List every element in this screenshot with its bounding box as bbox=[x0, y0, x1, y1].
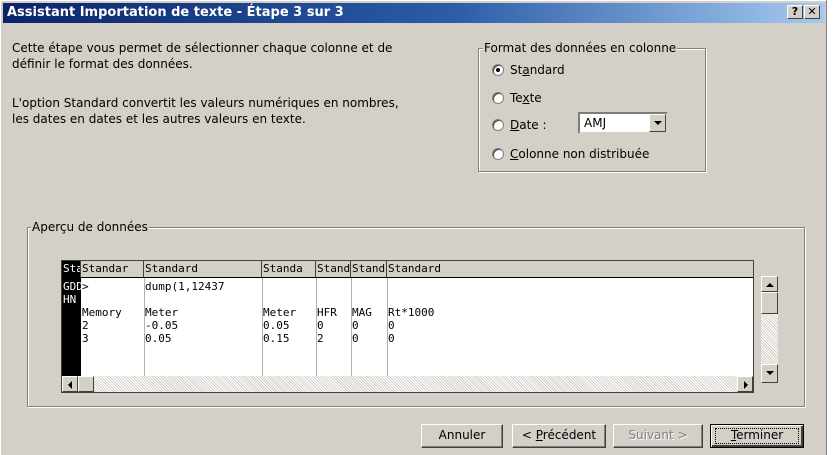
preview-cell: 0 bbox=[388, 319, 395, 332]
radio-standard-label: Standard bbox=[510, 63, 565, 77]
previous-button[interactable]: < Précédent bbox=[512, 424, 606, 448]
preview-cell: 0.05 bbox=[263, 319, 290, 332]
arrow-up-icon bbox=[766, 283, 774, 287]
preview-cell: Meter bbox=[145, 306, 179, 319]
preview-cell bbox=[62, 319, 82, 332]
close-button[interactable]: ✕ bbox=[804, 5, 820, 19]
scroll-up-button[interactable] bbox=[761, 276, 778, 292]
column-header-2[interactable]: Standar bbox=[81, 261, 144, 277]
preview-cell: 0 bbox=[317, 319, 324, 332]
preview-cell: 0.05 bbox=[145, 332, 172, 345]
scroll-down-button[interactable] bbox=[761, 364, 778, 383]
preview-row: HN bbox=[62, 293, 753, 306]
preview-cell bbox=[316, 293, 352, 306]
intro-text-line-4: les dates en dates et les autres valeurs… bbox=[12, 112, 306, 126]
radio-text-button[interactable] bbox=[492, 92, 504, 104]
column-header-1[interactable]: Stand bbox=[62, 261, 81, 277]
data-preview-grid[interactable]: Stand Standar Standard Standa Stand Stan… bbox=[61, 260, 754, 393]
preview-cell: GDD bbox=[63, 280, 82, 293]
preview-cell: HN bbox=[63, 293, 77, 306]
preview-row: 3 0.05 0.15 2 0 0 bbox=[62, 332, 753, 345]
radio-standard-button[interactable] bbox=[492, 64, 504, 76]
preview-header-row: Stand Standar Standard Standa Stand Stan… bbox=[62, 261, 753, 278]
preview-cell bbox=[62, 306, 82, 319]
horizontal-scrollbar[interactable] bbox=[62, 376, 753, 392]
preview-cell bbox=[62, 332, 82, 345]
preview-cell bbox=[351, 280, 388, 293]
intro-text-line-3: L'option Standard convertit les valeurs … bbox=[12, 96, 399, 110]
preview-cell bbox=[387, 280, 753, 293]
date-format-select[interactable]: AMJ bbox=[578, 112, 668, 134]
vertical-scroll-thumb[interactable] bbox=[761, 292, 778, 314]
preview-cell: 0 bbox=[352, 332, 359, 345]
radio-text-label: Texte bbox=[510, 91, 542, 105]
preview-row: GDD > dump(1,12437 bbox=[62, 280, 753, 293]
preview-cell bbox=[144, 293, 263, 306]
preview-cell: HFR bbox=[317, 306, 337, 319]
date-format-value: AMJ bbox=[584, 116, 607, 130]
preview-cell: > bbox=[82, 280, 89, 293]
preview-cell bbox=[262, 293, 317, 306]
intro-text-line-2: définir le format des données. bbox=[12, 57, 193, 71]
preview-cell: 0 bbox=[352, 319, 359, 332]
scroll-left-button[interactable] bbox=[62, 376, 78, 392]
next-button[interactable]: Suivant > bbox=[613, 424, 703, 448]
preview-cell bbox=[351, 293, 388, 306]
radio-selected-dot bbox=[496, 68, 500, 72]
column-header-5[interactable]: Stand bbox=[316, 261, 351, 277]
preview-cell bbox=[387, 293, 753, 306]
column-header-7[interactable]: Standard bbox=[387, 261, 753, 277]
title-bar: Assistant Importation de texte - Étape 3… bbox=[3, 3, 825, 23]
focus-rectangle bbox=[715, 428, 799, 444]
column-header-3[interactable]: Standard bbox=[144, 261, 262, 277]
preview-cell bbox=[81, 293, 145, 306]
vertical-scrollbar[interactable] bbox=[761, 276, 778, 383]
scroll-right-button[interactable] bbox=[737, 376, 753, 392]
data-preview-group-label: Aperçu de données bbox=[31, 220, 149, 234]
preview-cell: dump(1,12437 bbox=[145, 280, 225, 293]
preview-cell: 0.15 bbox=[263, 332, 290, 345]
preview-cell: 2 bbox=[82, 319, 89, 332]
column-format-group-label: Format des données en colonne bbox=[483, 41, 678, 55]
arrow-down-icon bbox=[766, 371, 774, 375]
text-import-wizard-dialog: Assistant Importation de texte - Étape 3… bbox=[0, 0, 826, 455]
cancel-button[interactable]: Annuler bbox=[421, 424, 503, 448]
preview-cell bbox=[262, 280, 317, 293]
preview-cell: Memory bbox=[82, 306, 122, 319]
intro-text-line-1: Cette étape vous permet de sélectionner … bbox=[12, 41, 393, 55]
preview-cell: Rt*1000 bbox=[388, 306, 435, 319]
arrow-right-icon bbox=[744, 381, 748, 389]
background-edge bbox=[826, 0, 834, 455]
help-button[interactable]: ? bbox=[787, 5, 803, 19]
preview-cell: Meter bbox=[263, 306, 297, 319]
finish-button[interactable]: Terminer bbox=[710, 424, 804, 448]
radio-skip-column-label: Colonne non distribuée bbox=[510, 147, 650, 161]
chevron-down-icon bbox=[654, 121, 662, 125]
preview-cell: -0.05 bbox=[145, 319, 179, 332]
date-format-dropdown-button[interactable] bbox=[649, 114, 666, 132]
window-title: Assistant Importation de texte - Étape 3… bbox=[7, 5, 344, 20]
column-header-4[interactable]: Standa bbox=[262, 261, 316, 277]
arrow-left-icon bbox=[68, 381, 72, 389]
radio-skip-column-button[interactable] bbox=[492, 148, 504, 160]
preview-row: Memory Meter Meter HFR MAG Rt*1000 bbox=[62, 306, 753, 319]
radio-date-button[interactable] bbox=[492, 119, 504, 131]
preview-cell: 3 bbox=[82, 332, 89, 345]
preview-cell bbox=[316, 280, 352, 293]
horizontal-scroll-thumb[interactable] bbox=[78, 376, 94, 392]
preview-cell: MAG bbox=[352, 306, 372, 319]
preview-cell: 2 bbox=[317, 332, 324, 345]
preview-row: 2 -0.05 0.05 0 0 0 bbox=[62, 319, 753, 332]
column-header-6[interactable]: Stand bbox=[351, 261, 387, 277]
preview-cell: 0 bbox=[388, 332, 395, 345]
radio-date-label: Date : bbox=[510, 118, 547, 132]
